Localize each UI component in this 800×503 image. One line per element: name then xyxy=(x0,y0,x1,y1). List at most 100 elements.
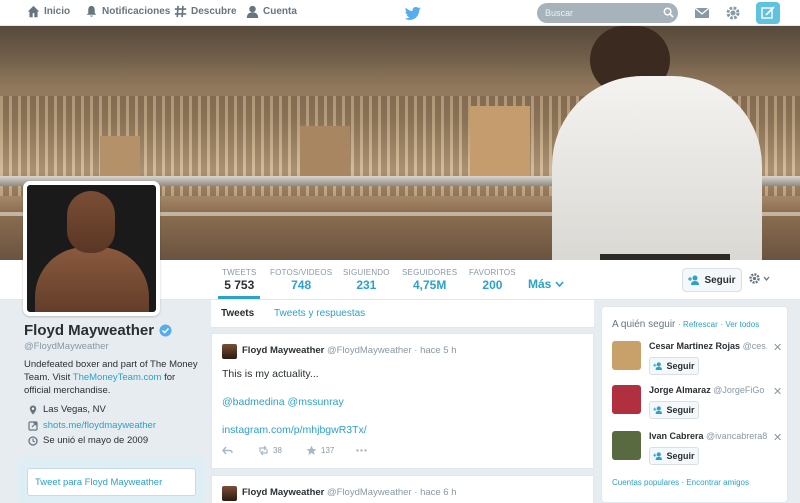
messages-envelope-icon[interactable] xyxy=(693,4,711,22)
follow-suggested-button[interactable]: Seguir xyxy=(649,447,699,465)
nav-notifications-label: Notificaciones xyxy=(102,6,171,17)
profile-bio: Undefeated boxer and part of The Money T… xyxy=(24,358,204,397)
tweet-card[interactable]: Floyd Mayweather @FloydMayweather · hace… xyxy=(211,475,594,503)
tweet-mentions[interactable]: @badmedina @mssunray xyxy=(222,396,344,408)
website-link[interactable]: shots.me/floydmayweather xyxy=(43,420,156,431)
profile-name-row: Floyd Mayweather xyxy=(24,322,172,339)
banner-building xyxy=(100,136,140,176)
stat-photos-videos[interactable]: FOTOS/VIDEOS 748 xyxy=(270,268,332,292)
tweet-to-input[interactable]: Tweet para Floyd Mayweather xyxy=(27,468,196,496)
bio-link[interactable]: TheMoneyTeam.com xyxy=(73,372,162,383)
stat-value: 200 xyxy=(482,278,503,292)
home-icon xyxy=(27,5,40,18)
nav-account-label: Cuenta xyxy=(263,6,297,17)
profile-name[interactable]: Floyd Mayweather xyxy=(24,322,154,339)
profile-avatar[interactable] xyxy=(23,181,160,316)
nav-account[interactable]: Cuenta xyxy=(246,5,297,18)
follow-suggested-button[interactable]: Seguir xyxy=(649,401,699,419)
avatar-head xyxy=(67,191,115,253)
suggested-user: Jorge Almaraz @JorgeFiGo ✕ Seguir xyxy=(612,385,782,425)
twitter-bird-logo-icon[interactable] xyxy=(405,5,421,21)
compose-quill-icon xyxy=(761,6,775,19)
suggested-user-avatar[interactable] xyxy=(612,341,641,370)
stat-favorites[interactable]: FAVORITOS 200 xyxy=(469,268,516,292)
refresh-link[interactable]: · Refrescar xyxy=(678,320,718,329)
nav-discover[interactable]: Descubre xyxy=(174,5,237,18)
tweet-header: Floyd Mayweather @FloydMayweather · hace… xyxy=(242,345,457,356)
retweet-count: 38 xyxy=(273,446,282,455)
suggested-user: Cesar Martinez Rojas @ces... ✕ Seguir xyxy=(612,341,782,381)
profile-handle[interactable]: @FloydMayweather xyxy=(24,341,109,352)
tweet-avatar[interactable] xyxy=(222,486,237,501)
stat-tweets[interactable]: TWEETS 5 753 xyxy=(222,268,257,292)
person-icon xyxy=(246,5,259,18)
popular-accounts-link[interactable]: Cuentas populares xyxy=(612,478,679,487)
favorite-button[interactable]: 137 xyxy=(306,445,334,456)
top-navigation-bar: Inicio Notificaciones Descubre Cuenta xyxy=(0,0,800,26)
follow-button-label: Seguir xyxy=(704,274,736,286)
search-input[interactable] xyxy=(537,3,678,23)
view-all-link[interactable]: · Ver todos xyxy=(721,320,760,329)
tweet-text: This is my actuality... xyxy=(222,368,319,380)
suggested-user-avatar[interactable] xyxy=(612,431,641,460)
location-text: Las Vegas, NV xyxy=(43,404,106,415)
follow-suggested-button[interactable]: Seguir xyxy=(649,357,699,375)
profile-options-menu[interactable] xyxy=(748,272,770,285)
tweet-card[interactable]: Floyd Mayweather @FloydMayweather · hace… xyxy=(211,333,594,469)
hashtag-icon xyxy=(174,5,187,18)
find-friends-link[interactable]: · Encontrar amigos xyxy=(681,478,749,487)
suggested-user-name[interactable]: Ivan Cabrera @ivancabrera85 xyxy=(649,431,767,441)
tab-tweets-replies[interactable]: Tweets y respuestas xyxy=(274,308,365,319)
nav-notifications[interactable]: Notificaciones xyxy=(85,5,170,18)
suggested-user-handle: @ivancabrera85 xyxy=(706,431,767,441)
nav-home-label: Inicio xyxy=(44,6,71,17)
compose-tweet-button[interactable] xyxy=(756,2,780,24)
settings-gear-icon[interactable] xyxy=(724,4,742,22)
chevron-down-icon xyxy=(555,281,564,288)
suggested-user-name[interactable]: Cesar Martinez Rojas @ces... xyxy=(649,341,767,351)
tweet-author-handle[interactable]: @FloydMayweather xyxy=(327,345,412,356)
retweet-icon xyxy=(259,445,268,456)
timeline-tabs: Tweets Tweets y respuestas xyxy=(211,300,594,328)
bell-icon xyxy=(86,5,97,17)
stat-label: FOTOS/VIDEOS xyxy=(270,268,333,277)
more-options-button[interactable] xyxy=(356,445,367,456)
banner-building xyxy=(300,126,350,176)
stat-followers[interactable]: SEGUIDORES 4,75M xyxy=(402,268,457,292)
banner-building xyxy=(470,106,530,176)
tweet-author-name[interactable]: Floyd Mayweather xyxy=(242,487,324,498)
more-label: Más xyxy=(528,277,552,291)
stat-following[interactable]: SIGUIENDO 231 xyxy=(343,268,390,292)
tweet-to-module: Tweet para Floyd Mayweather xyxy=(18,458,205,503)
tweet-timestamp[interactable]: · hace 6 h xyxy=(414,487,456,498)
suggested-user-avatar[interactable] xyxy=(612,385,641,414)
profile-joined-date: Se unió el mayo de 2009 xyxy=(28,435,148,446)
tab-tweets[interactable]: Tweets xyxy=(221,308,254,319)
nav-home[interactable]: Inicio xyxy=(27,5,70,18)
follow-button[interactable]: Seguir xyxy=(682,268,742,292)
reply-button[interactable] xyxy=(222,445,233,456)
dismiss-suggestion-close-icon[interactable]: ✕ xyxy=(773,385,782,398)
suggested-user-fullname: Ivan Cabrera xyxy=(649,431,704,441)
star-icon xyxy=(306,445,317,455)
tweet-author-name[interactable]: Floyd Mayweather xyxy=(242,345,324,356)
profile-website: shots.me/floydmayweather xyxy=(28,420,156,431)
stat-value: 5 753 xyxy=(224,278,255,292)
tweet-avatar[interactable] xyxy=(222,344,237,359)
active-tab-underline xyxy=(218,296,260,299)
suggested-user: Ivan Cabrera @ivancabrera85 ✕ Seguir xyxy=(612,431,782,471)
suggested-user-name[interactable]: Jorge Almaraz @JorgeFiGo xyxy=(649,385,767,395)
nav-discover-label: Descubre xyxy=(191,6,237,17)
dismiss-suggestion-close-icon[interactable]: ✕ xyxy=(773,431,782,444)
add-user-icon xyxy=(653,362,663,370)
more-menu-button[interactable]: Más xyxy=(528,277,564,291)
dismiss-suggestion-close-icon[interactable]: ✕ xyxy=(773,341,782,354)
tweet-url[interactable]: instagram.com/p/mhjbgwR3Tx/ xyxy=(222,424,367,436)
avatar-body xyxy=(35,247,149,312)
search-icon[interactable] xyxy=(663,7,674,18)
stat-value: 748 xyxy=(291,278,312,292)
tweet-timestamp[interactable]: · hace 5 h xyxy=(414,345,456,356)
tweet-author-handle[interactable]: @FloydMayweather xyxy=(327,487,412,498)
retweet-button[interactable]: 38 xyxy=(258,445,282,456)
suggested-user-fullname: Cesar Martinez Rojas xyxy=(649,341,741,351)
